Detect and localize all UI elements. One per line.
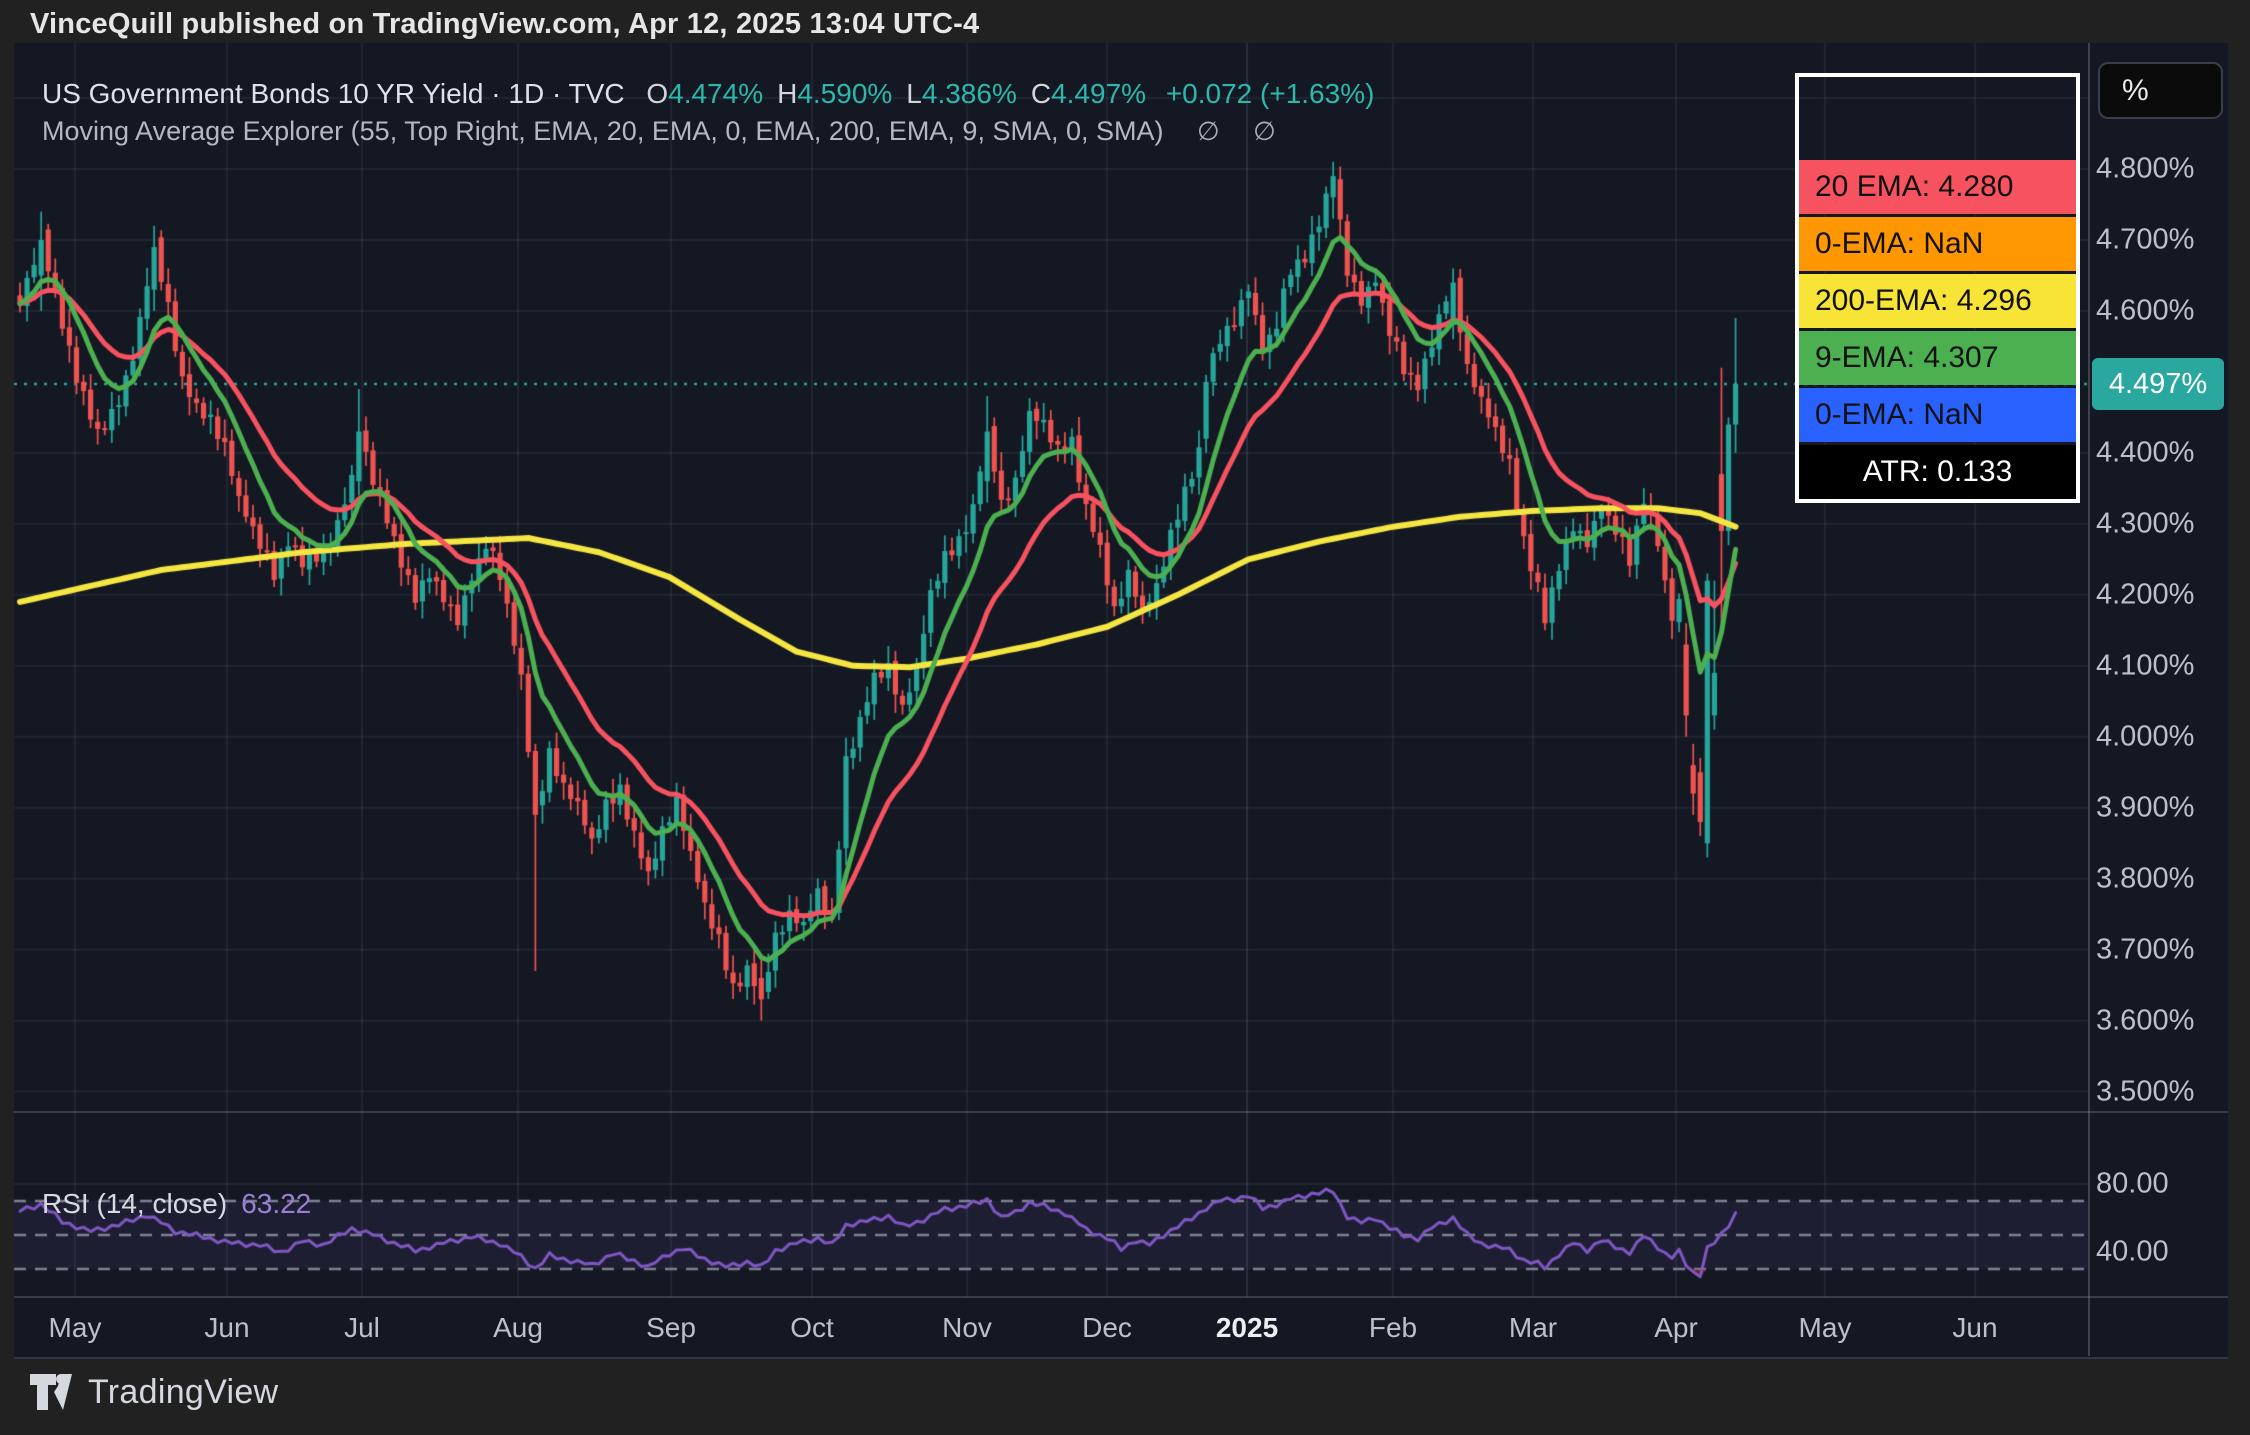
ohlc-item: O4.474% xyxy=(646,78,763,109)
price-tick-label: 4.300% xyxy=(2096,507,2224,540)
ma-legend-row: 0-EMA: NaN xyxy=(1799,388,2076,442)
price-tick-label: 4.600% xyxy=(2096,294,2224,327)
ma-legend-row: 20 EMA: 4.280 xyxy=(1799,160,2076,214)
last-price-label: 4.497% xyxy=(2092,358,2224,410)
change-value: +0.072 (+1.63%) xyxy=(1166,78,1375,109)
time-tick-label: Feb xyxy=(1369,1312,1417,1344)
ohlc-item: L4.386% xyxy=(906,78,1017,109)
tradingview-logo-icon xyxy=(28,1372,74,1412)
price-tick-label: 3.600% xyxy=(2096,1004,2224,1037)
price-tick-label: 3.700% xyxy=(2096,933,2224,966)
time-tick-label: Nov xyxy=(942,1312,992,1344)
time-tick-label: Aug xyxy=(493,1312,543,1344)
percent-scale-button[interactable]: % xyxy=(2098,62,2223,119)
indicator-title[interactable]: Moving Average Explorer (55, Top Right, … xyxy=(42,116,1163,146)
ma-legend-spacer xyxy=(1799,77,2076,157)
time-tick-label: Dec xyxy=(1082,1312,1132,1344)
tradingview-logo-text: TradingView xyxy=(88,1373,278,1412)
chart-bottom-border xyxy=(14,1357,2228,1359)
ohlc-item: H4.590% xyxy=(777,78,892,109)
price-tick-label: 4.400% xyxy=(2096,436,2224,469)
tradingview-logo[interactable]: TradingView xyxy=(28,1372,278,1412)
symbol-title-row: US Government Bonds 10 YR Yield · 1D · T… xyxy=(42,78,1374,110)
ma-legend-row: 0-EMA: NaN xyxy=(1799,217,2076,271)
rsi-value: 63.22 xyxy=(241,1188,311,1219)
pane-separator[interactable] xyxy=(14,1111,2228,1113)
ma-legend-row: 9-EMA: 4.307 xyxy=(1799,331,2076,385)
price-axis-separator[interactable] xyxy=(2088,43,2090,1356)
time-tick-label: Jul xyxy=(344,1312,380,1344)
price-tick-label: 3.900% xyxy=(2096,791,2224,824)
time-tick-label: May xyxy=(1799,1312,1852,1344)
time-tick-label: 2025 xyxy=(1216,1312,1278,1344)
time-tick-label: Jun xyxy=(204,1312,249,1344)
price-tick-label: 4.200% xyxy=(2096,578,2224,611)
time-tick-label: Oct xyxy=(790,1312,834,1344)
ohlc-item: C4.497% xyxy=(1031,78,1146,109)
price-tick-label: 4.100% xyxy=(2096,649,2224,682)
empty-set-icon[interactable]: ∅ xyxy=(1253,116,1276,147)
ma-legend-box: 20 EMA: 4.2800-EMA: NaN200-EMA: 4.2969-E… xyxy=(1795,73,2080,503)
time-tick-label: Sep xyxy=(646,1312,696,1344)
price-tick-label: 3.800% xyxy=(2096,862,2224,895)
ma-legend-row: 200-EMA: 4.296 xyxy=(1799,274,2076,328)
price-tick-label: 4.700% xyxy=(2096,223,2224,256)
time-tick-label: Apr xyxy=(1654,1312,1698,1344)
rsi-tick-label: 40.00 xyxy=(2096,1236,2224,1269)
ma-legend-row: ATR: 0.133 xyxy=(1799,445,2076,499)
rsi-tick-label: 80.00 xyxy=(2096,1168,2224,1201)
tradingview-screenshot: VinceQuill published on TradingView.com,… xyxy=(0,0,2250,1435)
price-tick-label: 3.500% xyxy=(2096,1075,2224,1108)
indicator-title-row: Moving Average Explorer (55, Top Right, … xyxy=(42,116,1276,147)
time-tick-label: May xyxy=(49,1312,102,1344)
price-tick-label: 4.000% xyxy=(2096,720,2224,753)
time-tick-label: Mar xyxy=(1509,1312,1557,1344)
time-tick-label: Jun xyxy=(1952,1312,1997,1344)
rsi-indicator-label[interactable]: RSI (14, close)63.22 xyxy=(42,1188,311,1220)
ohlc-values: O4.474% H4.590% L4.386% C4.497% xyxy=(632,78,1146,109)
price-tick-label: 4.800% xyxy=(2096,153,2224,186)
time-axis-separator[interactable] xyxy=(14,1296,2228,1298)
empty-set-icon[interactable]: ∅ xyxy=(1197,116,1220,147)
symbol-title[interactable]: US Government Bonds 10 YR Yield · 1D · T… xyxy=(42,78,625,109)
